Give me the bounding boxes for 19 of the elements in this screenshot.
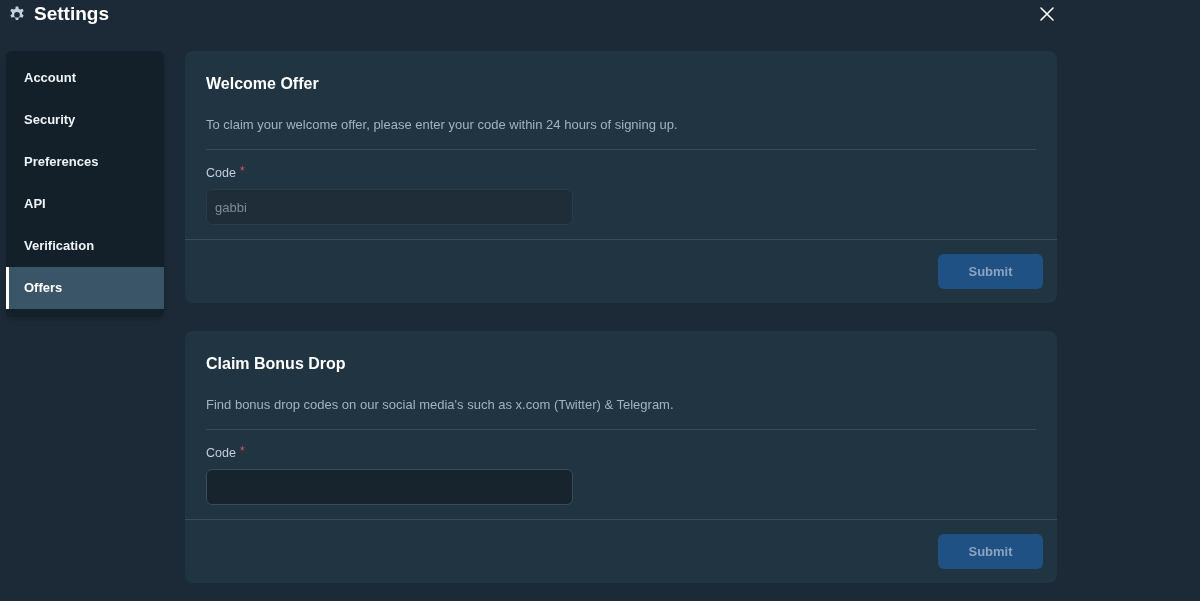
settings-icon <box>8 5 26 23</box>
sidebar-item[interactable]: Preferences <box>6 141 164 183</box>
sidebar-item[interactable]: Verification <box>6 225 164 267</box>
sidebar-item[interactable]: Security <box>6 99 164 141</box>
code-input[interactable] <box>206 469 573 505</box>
window-title: Settings <box>34 2 109 26</box>
card-title: Claim Bonus Drop <box>206 354 347 374</box>
card-description: To claim your welcome offer, please enter your code within 24 hours of signing up. <box>206 116 679 134</box>
card-description: Find bonus drop codes on our social media's such as x.com (Twitter) & Telegram. <box>206 396 675 414</box>
field-label: Code <box>206 165 236 181</box>
close-button[interactable] <box>1039 6 1055 22</box>
close-icon <box>1040 7 1054 21</box>
required-mark: * <box>239 165 245 177</box>
sidebar-item[interactable]: Account <box>6 57 164 99</box>
card-title: Welcome Offer <box>206 74 320 94</box>
sidebar-item[interactable]: Offers <box>6 267 164 309</box>
required-mark: * <box>239 445 245 457</box>
field-label: Code <box>206 445 236 461</box>
sidebar-item[interactable]: API <box>6 183 164 225</box>
